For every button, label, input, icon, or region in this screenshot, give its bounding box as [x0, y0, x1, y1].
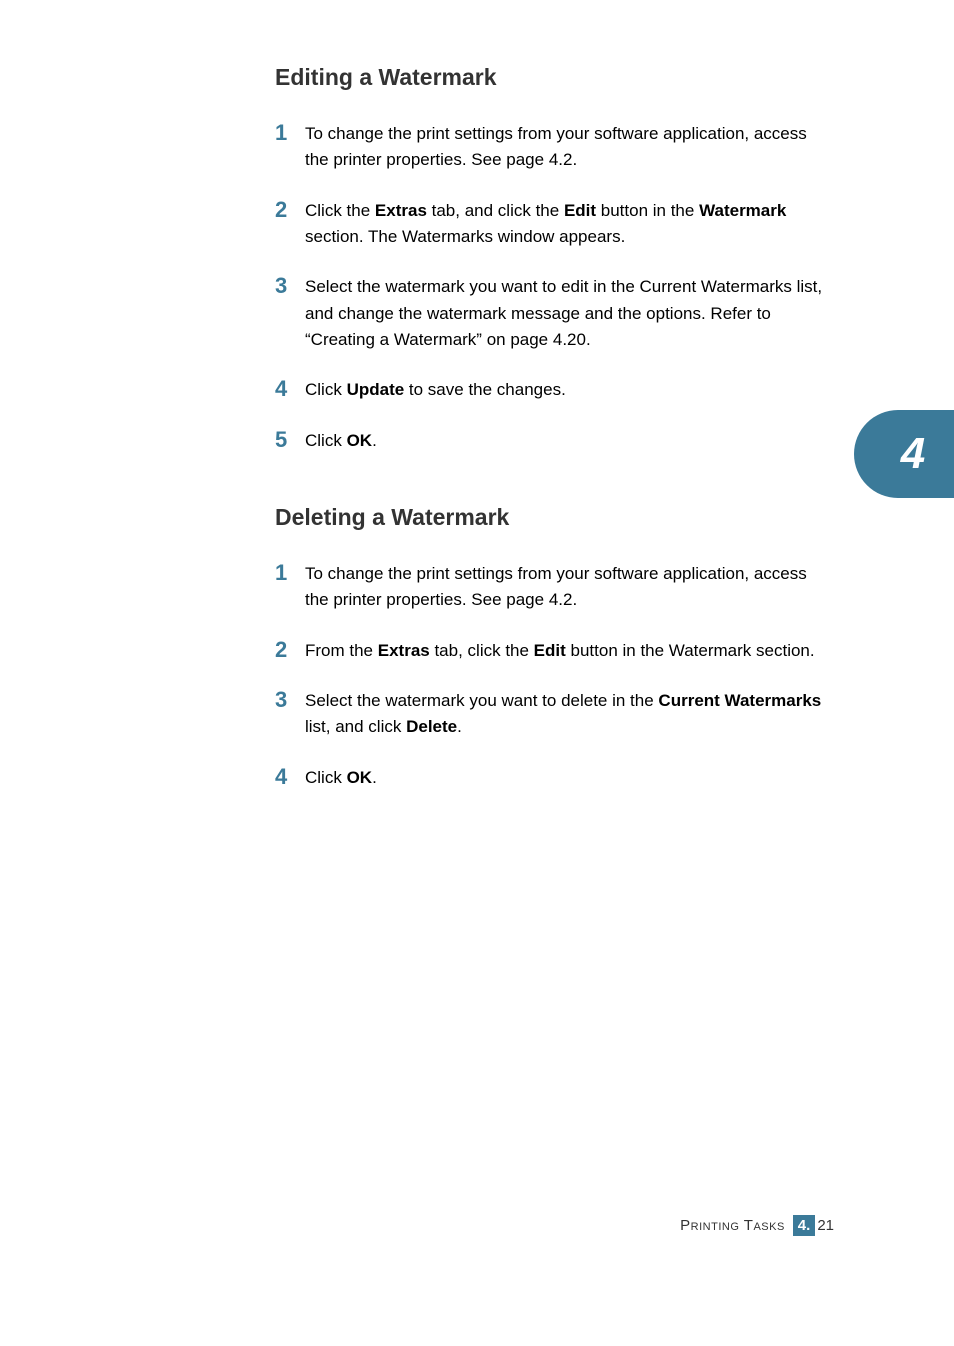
- step-number: 1: [275, 561, 305, 585]
- step-number: 4: [275, 765, 305, 789]
- step-text: Click OK.: [305, 765, 377, 791]
- step-text: Click Update to save the changes.: [305, 377, 566, 403]
- step-item: 3 Select the watermark you want to edit …: [275, 274, 834, 353]
- step-number: 2: [275, 638, 305, 662]
- step-item: 4 Click Update to save the changes.: [275, 377, 834, 403]
- step-text: Click the Extras tab, and click the Edit…: [305, 198, 834, 251]
- footer-page-number: 21: [817, 1217, 834, 1234]
- step-number: 3: [275, 274, 305, 298]
- page-content: Editing a Watermark 1 To change the prin…: [0, 0, 954, 791]
- step-item: 4 Click OK.: [275, 765, 834, 791]
- step-text: Select the watermark you want to edit in…: [305, 274, 834, 353]
- step-item: 5 Click OK.: [275, 428, 834, 454]
- footer-chapter-box: 4.: [793, 1215, 816, 1236]
- section-heading-deleting: Deleting a Watermark: [275, 504, 834, 531]
- step-item: 2 From the Extras tab, click the Edit bu…: [275, 638, 834, 664]
- step-number: 4: [275, 377, 305, 401]
- page-footer: Printing Tasks 4. 21: [680, 1215, 834, 1236]
- step-item: 1 To change the print settings from your…: [275, 561, 834, 614]
- step-text: Click OK.: [305, 428, 377, 454]
- footer-title: Printing Tasks: [680, 1217, 785, 1234]
- step-number: 5: [275, 428, 305, 452]
- step-text: To change the print settings from your s…: [305, 121, 834, 174]
- section-heading-editing: Editing a Watermark: [275, 64, 834, 91]
- step-text: From the Extras tab, click the Edit butt…: [305, 638, 815, 664]
- step-number: 3: [275, 688, 305, 712]
- step-text: Select the watermark you want to delete …: [305, 688, 834, 741]
- step-item: 2 Click the Extras tab, and click the Ed…: [275, 198, 834, 251]
- chapter-number: 4: [901, 429, 925, 479]
- step-number: 1: [275, 121, 305, 145]
- step-item: 3 Select the watermark you want to delet…: [275, 688, 834, 741]
- step-text: To change the print settings from your s…: [305, 561, 834, 614]
- chapter-tab: 4: [854, 410, 954, 498]
- step-item: 1 To change the print settings from your…: [275, 121, 834, 174]
- step-number: 2: [275, 198, 305, 222]
